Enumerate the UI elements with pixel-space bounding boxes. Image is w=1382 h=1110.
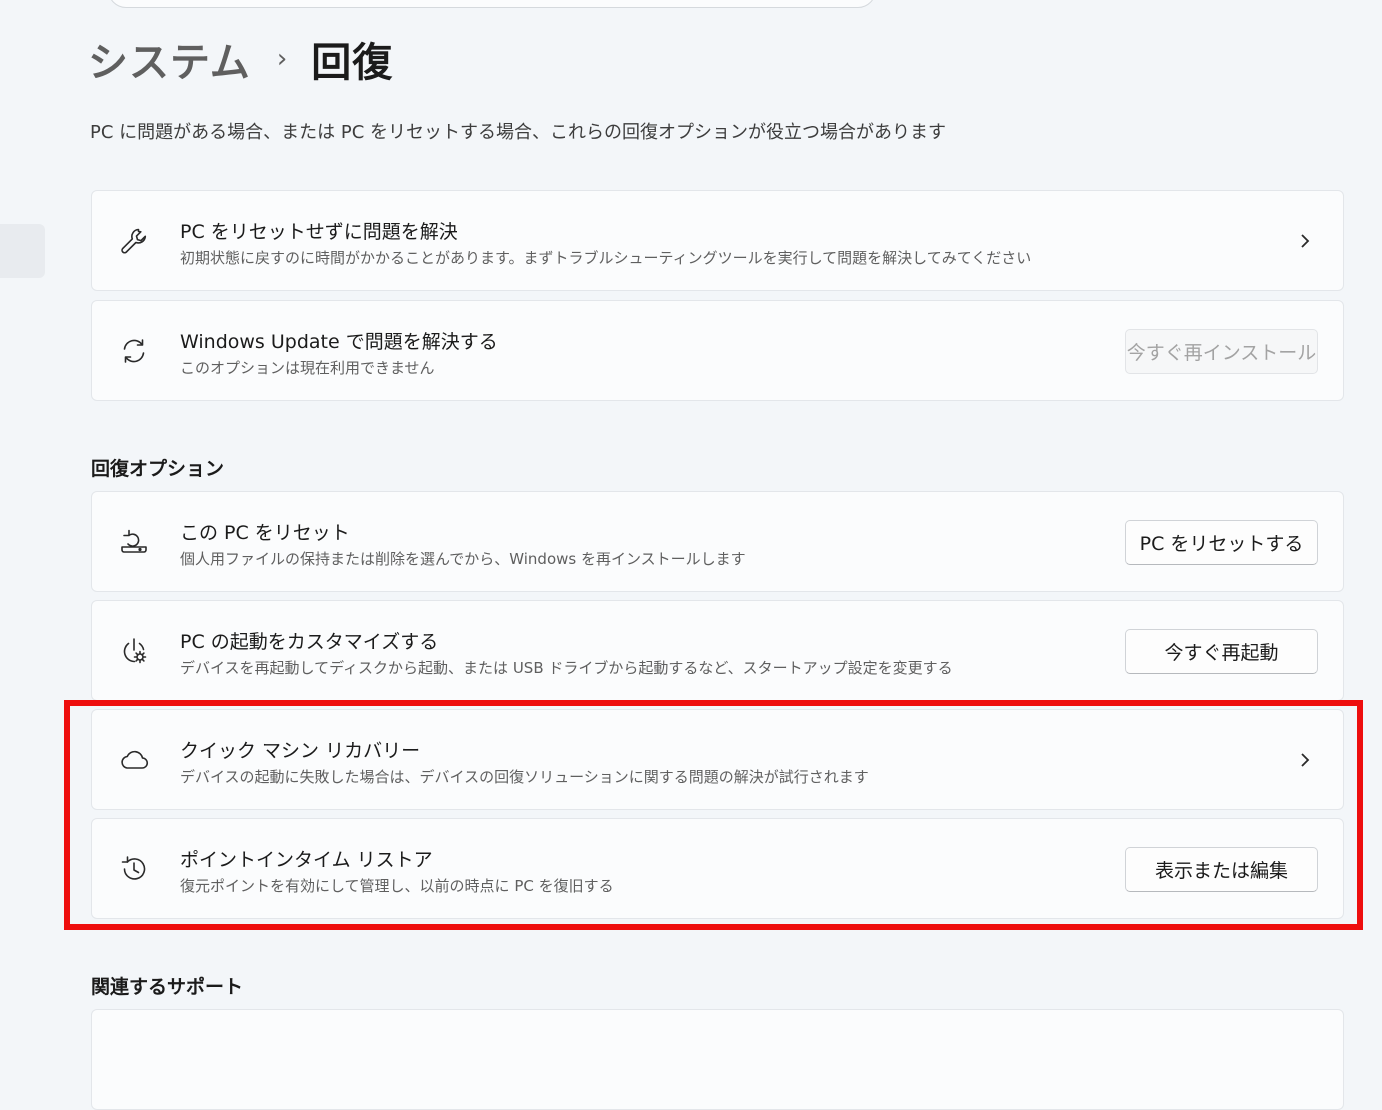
troubleshoot-without-reset-card[interactable]: PC をリセットせずに問題を解決 初期状態に戻すのに時間がかかることがあります。… <box>91 190 1344 291</box>
card-description: デバイスの起動に失敗した場合は、デバイスの回復ソリューションに関する問題の解決が… <box>180 768 869 786</box>
chevron-right-icon[interactable] <box>1295 748 1315 772</box>
card-title: Windows Update で問題を解決する <box>180 331 498 353</box>
breadcrumb: システム › 回復 <box>88 30 393 88</box>
reset-pc-button[interactable]: PC をリセットする <box>1125 520 1318 565</box>
card-description: 個人用ファイルの保持または削除を選んでから、Windows を再インストールしま… <box>180 550 746 568</box>
power-gear-icon <box>118 635 150 667</box>
card-description: デバイスを再起動してディスクから起動、または USB ドライブから起動するなど、… <box>180 659 953 677</box>
card-description: 復元ポイントを有効にして管理し、以前の時点に PC を復旧する <box>180 877 614 895</box>
card-title: PC をリセットせずに問題を解決 <box>180 221 458 243</box>
card-title: PC の起動をカスタマイズする <box>180 631 439 653</box>
advanced-startup-card: PC の起動をカスタマイズする デバイスを再起動してディスクから起動、または U… <box>91 600 1344 701</box>
card-title: ポイントインタイム リストア <box>180 849 433 871</box>
card-description: 初期状態に戻すのに時間がかかることがあります。まずトラブルシューティングツールを… <box>180 249 1032 267</box>
cloud-icon <box>118 744 150 776</box>
chevron-right-icon[interactable] <box>1295 229 1315 253</box>
wrench-icon <box>118 225 150 257</box>
windows-update-fix-card: Windows Update で問題を解決する このオプションは現在利用できませ… <box>91 300 1344 401</box>
point-in-time-restore-card: ポイントインタイム リストア 復元ポイントを有効にして管理し、以前の時点に PC… <box>91 818 1344 919</box>
page-description: PC に問題がある場合、または PC をリセットする場合、これらの回復オプション… <box>90 122 947 143</box>
card-description: このオプションは現在利用できません <box>180 359 435 377</box>
related-support-heading: 関連するサポート <box>91 976 244 998</box>
breadcrumb-parent-system[interactable]: システム <box>88 30 251 88</box>
view-or-edit-button[interactable]: 表示または編集 <box>1125 847 1318 892</box>
sync-icon <box>118 335 150 367</box>
reset-this-pc-card: この PC をリセット 個人用ファイルの保持または削除を選んでから、Window… <box>91 491 1344 592</box>
history-icon <box>118 853 150 885</box>
quick-machine-recovery-card[interactable]: クイック マシン リカバリー デバイスの起動に失敗した場合は、デバイスの回復ソリ… <box>91 709 1344 810</box>
restart-now-button[interactable]: 今すぐ再起動 <box>1125 629 1318 674</box>
related-support-card[interactable] <box>91 1009 1344 1110</box>
card-title: この PC をリセット <box>180 522 350 544</box>
reset-pc-icon <box>118 526 150 558</box>
card-title: クイック マシン リカバリー <box>180 740 421 762</box>
recovery-options-heading: 回復オプション <box>91 458 225 480</box>
reinstall-now-button: 今すぐ再インストール <box>1125 329 1318 374</box>
search-box[interactable] <box>108 0 876 8</box>
breadcrumb-separator-icon: › <box>276 44 288 74</box>
page-title: 回復 <box>311 40 394 86</box>
nav-selected-indicator[interactable] <box>0 224 45 278</box>
